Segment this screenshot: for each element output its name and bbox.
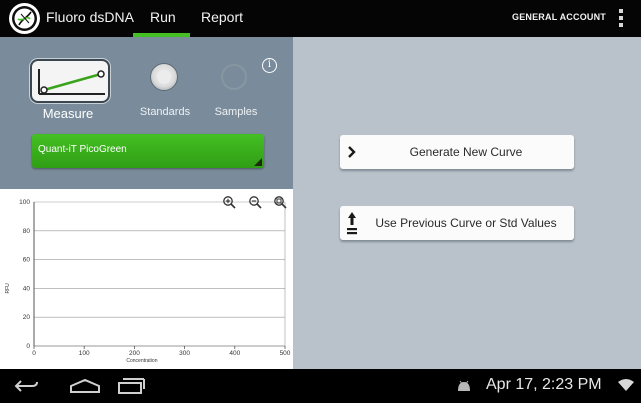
action-bar: Fluoro dsDNA Run Report GENERAL ACCOUNT (0, 0, 641, 37)
y-tick-label: 40 (23, 285, 31, 292)
generate-new-curve-button[interactable]: Generate New Curve (340, 135, 574, 169)
standard-curve-chart: 0 20 40 60 80 100 0 100 200 300 400 500 Concentratio… (0, 189, 293, 369)
samples-label: Samples (214, 106, 258, 118)
standards-label: Standards (139, 106, 191, 118)
dropdown-corner-icon (254, 158, 262, 166)
app-root: Fluoro dsDNA Run Report GENERAL ACCOUNT … (0, 0, 641, 403)
logo-icon[interactable] (9, 3, 40, 34)
app-title: Fluoro dsDNA (46, 9, 134, 25)
upload-icon (343, 206, 361, 240)
x-axis-label: Concentration (126, 358, 157, 364)
use-previous-curve-label: Use Previous Curve or Std Values (375, 216, 557, 230)
x-tick-label: 500 (280, 350, 291, 357)
x-tick-label: 100 (79, 350, 90, 357)
tab-report[interactable]: Report (201, 9, 243, 25)
y-tick-label: 100 (19, 199, 30, 206)
y-tick-label: 80 (23, 228, 31, 235)
x-tick-label: 0 (32, 350, 36, 357)
info-icon[interactable]: i (262, 58, 277, 73)
zoom-out-icon[interactable] (248, 195, 262, 209)
x-tick-label: 300 (179, 350, 190, 357)
back-icon[interactable] (14, 378, 40, 399)
home-icon[interactable] (68, 378, 102, 399)
y-tick-label: 0 (26, 343, 30, 350)
android-icon (456, 379, 472, 398)
overflow-menu-icon[interactable] (618, 9, 624, 27)
y-tick-label: 60 (23, 257, 31, 264)
generate-new-curve-label: Generate New Curve (409, 145, 523, 159)
measure-button[interactable] (30, 59, 110, 103)
chevron-right-icon (343, 135, 361, 169)
samples-button[interactable] (221, 64, 247, 90)
chart-canvas: 0 20 40 60 80 100 0 100 200 300 400 500 Concentratio… (5, 199, 291, 364)
control-panel: Measure Standards Samples i Quant-iT Pic… (0, 37, 293, 189)
y-axis-label: RFU (5, 283, 11, 294)
tab-run[interactable]: Run (150, 9, 176, 25)
dye-selector[interactable]: Quant-iT PicoGreen (32, 134, 264, 168)
y-tick-label: 20 (23, 314, 31, 321)
x-tick-label: 400 (229, 350, 240, 357)
dye-label: Quant-iT PicoGreen (38, 144, 127, 155)
use-previous-curve-button[interactable]: Use Previous Curve or Std Values (340, 206, 574, 240)
system-navigation-bar: Apr 17, 2:23 PM (0, 369, 641, 403)
recent-apps-icon[interactable] (116, 377, 146, 400)
zoom-reset-icon[interactable] (273, 195, 287, 209)
status-clock: Apr 17, 2:23 PM (486, 376, 602, 393)
standards-button[interactable] (150, 63, 178, 91)
wifi-icon (617, 378, 635, 397)
account-label[interactable]: GENERAL ACCOUNT (512, 12, 606, 22)
zoom-in-icon[interactable] (222, 195, 236, 209)
measure-label: Measure (42, 106, 94, 121)
x-tick-label: 200 (129, 350, 140, 357)
